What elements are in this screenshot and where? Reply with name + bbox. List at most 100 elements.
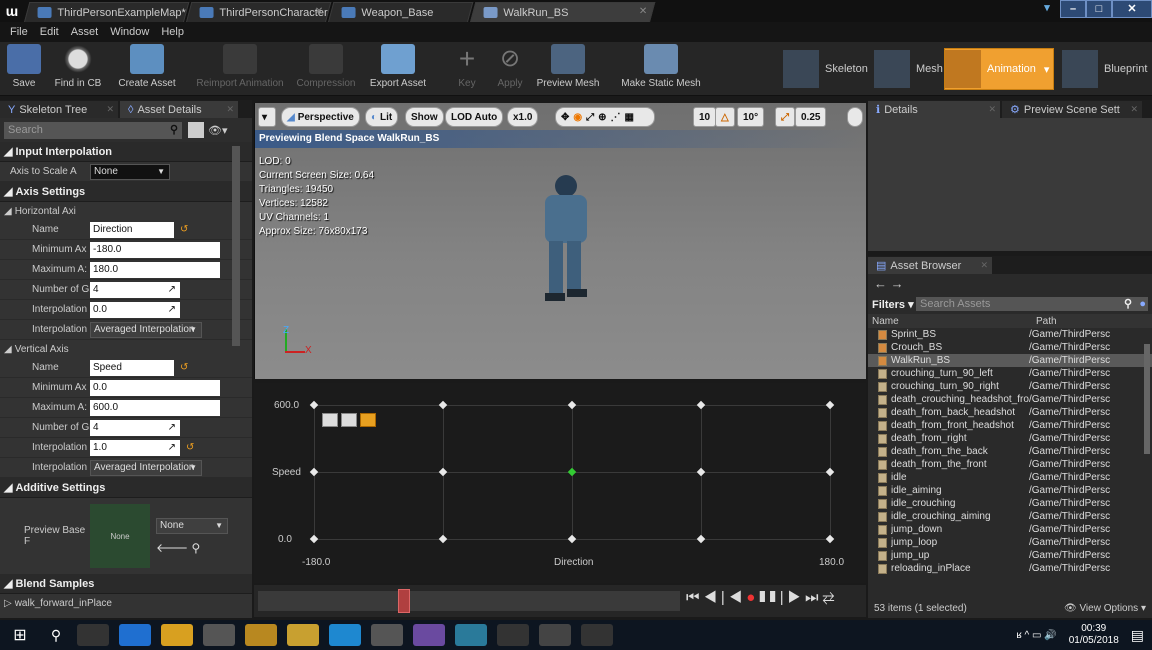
pause-icon[interactable]: ❚❚ [759,589,779,606]
notifications-icon[interactable]: ▤ [1131,627,1144,644]
asset-row[interactable]: idle/Game/ThirdPersc [868,471,1152,484]
lit-button[interactable]: ◐ Lit [365,107,399,127]
viewport-menu-button[interactable]: ▾ [258,107,276,127]
v-name-field[interactable]: Speed [90,359,174,376]
skype-icon[interactable] [329,624,361,646]
tab-asset-browser[interactable]: ▤ Asset Browser ✕ [868,257,992,274]
filters-button[interactable]: Filters ▾ [872,298,916,311]
paint-icon[interactable] [245,624,277,646]
asset-row[interactable]: death_crouching_headshot_front/Game/Thir… [868,393,1152,406]
asset-row[interactable]: crouching_turn_90_right/Game/ThirdPersc [868,380,1152,393]
preview-base-dropdown[interactable]: None ▼ [156,517,228,534]
photos-icon[interactable] [203,624,235,646]
h-interp-field[interactable]: 0.0 ↗ [90,301,180,318]
sample-point[interactable] [309,400,319,410]
asset-row[interactable]: idle_aiming/Game/ThirdPersc [868,484,1152,497]
obs-icon[interactable] [581,624,613,646]
export-asset-button[interactable]: Export Asset [364,44,432,94]
eye-icon[interactable]: 👁▾ [208,124,228,137]
scrub-handle[interactable] [398,589,410,613]
record-icon[interactable]: ● [746,589,759,606]
menu-file[interactable]: File [10,26,28,38]
sample-point[interactable] [438,400,448,410]
sample-point[interactable] [696,534,706,544]
sample-point[interactable] [825,400,835,410]
back-arrow-icon[interactable]: ← [874,276,887,291]
h-grid-field[interactable]: 4 ↗ [90,281,180,298]
fit-icon[interactable] [360,413,376,427]
task-view-icon[interactable] [77,624,109,646]
blend-sample-item[interactable]: ▷ walk_forward_inPlace [0,594,252,612]
sample-point[interactable] [696,467,706,477]
close-icon[interactable]: ✕ [106,104,114,115]
search-icon[interactable]: ⚲ [40,627,72,644]
reset-icon[interactable]: ↺ [180,224,188,235]
asset-row[interactable]: death_from_back_headshot/Game/ThirdPersc [868,406,1152,419]
epic-games-icon[interactable] [497,624,529,646]
minimize-button[interactable]: – [1060,0,1086,18]
scrub-bar[interactable] [258,591,680,611]
asset-row[interactable]: Sprint_BS/Game/ThirdPersc [868,328,1152,341]
to-end-icon[interactable]: ⏭ [805,589,823,606]
v-max-field[interactable]: 600.0 [90,399,220,416]
maximize-viewport-button[interactable] [847,107,863,127]
sample-point[interactable] [567,534,577,544]
asset-row[interactable]: jump_loop/Game/ThirdPersc [868,536,1152,549]
h-min-field[interactable]: -180.0 [90,241,220,258]
menu-window[interactable]: Window [110,26,149,38]
arrow-left-icon[interactable]: 🡐 [156,541,188,555]
reset-icon[interactable]: ↺ [186,442,194,453]
h-interp-type-dropdown[interactable]: Averaged Interpolation ▼ [90,321,202,338]
close-button[interactable]: ✕ [1112,0,1152,18]
reimport-animation-button[interactable]: Reimport Animation [190,44,290,94]
search-icon[interactable]: ⚲ [192,541,201,555]
view-options-button[interactable]: 👁 View Options ▾ [1064,603,1146,614]
v-min-field[interactable]: 0.0 [90,379,220,396]
rotate-icon[interactable]: ◉ [573,112,582,123]
menu-help[interactable]: Help [161,26,184,38]
perspective-button[interactable]: ◢ Perspective [281,107,360,127]
v-grid-field[interactable]: 4 ↗ [90,419,180,436]
asset-row[interactable]: reloading_inPlace/Game/ThirdPersc [868,562,1152,575]
asset-row[interactable]: jump_down/Game/ThirdPersc [868,523,1152,536]
clock[interactable]: 00:39 01/05/2018 [1069,623,1119,647]
notification-icon[interactable]: ▾ [1034,0,1060,18]
mode-mesh[interactable]: Mesh [874,48,943,90]
grid-icon[interactable]: ▦ [625,112,634,123]
step-back-icon[interactable]: ◀| [704,589,729,606]
close-icon[interactable]: ✕ [988,104,996,115]
sample-point[interactable] [309,534,319,544]
additive-settings-header[interactable]: ◢ Additive Settings [0,478,252,498]
tooltip-icon[interactable] [341,413,357,427]
asset-row[interactable]: death_from_front_headshot/Game/ThirdPers… [868,419,1152,432]
sample-point[interactable] [438,467,448,477]
preview-point[interactable] [567,467,577,477]
to-start-icon[interactable]: ⏮ [686,589,704,606]
grid-snap-value[interactable]: 10 [693,107,717,127]
chrome-icon[interactable] [161,624,193,646]
key-button[interactable]: + Key [450,44,484,94]
save-button[interactable]: Save [6,44,42,94]
angle-snap-value[interactable]: 10° [737,107,765,127]
sample-point[interactable] [696,400,706,410]
apply-button[interactable]: ⊘ Apply [490,44,530,94]
search-input[interactable]: Search ⚲ [4,121,182,139]
tab-preview-scene[interactable]: ⚙ Preview Scene Sett ✕ [1002,101,1142,118]
step-forward-icon[interactable]: |▶ [780,589,805,606]
loop-icon[interactable]: ⇄ [823,589,839,606]
sample-point[interactable] [567,400,577,410]
angle-snap-icon[interactable]: △ [715,107,735,127]
axis-settings-header[interactable]: ◢ Axis Settings [0,182,252,202]
show-button[interactable]: Show [405,107,444,127]
chevron-down-icon[interactable]: ▾ [1044,63,1050,76]
horizontal-axis-header[interactable]: ◢ Horizontal Axi [0,202,252,220]
asset-row[interactable]: jump_up/Game/ThirdPersc [868,549,1152,562]
window-tab-walkrun[interactable]: WalkRun_BS ✕ [470,2,656,22]
triangulation-icon[interactable] [322,413,338,427]
world-icon[interactable]: ⊕ [598,112,606,123]
h-name-field[interactable]: Direction [90,221,174,238]
store-icon[interactable] [371,624,403,646]
asset-row[interactable]: crouching_turn_90_left/Game/ThirdPersc [868,367,1152,380]
play-reverse-icon[interactable]: ◀ [729,589,746,606]
window-tab-map[interactable]: ThirdPersonExampleMap* [24,2,190,22]
